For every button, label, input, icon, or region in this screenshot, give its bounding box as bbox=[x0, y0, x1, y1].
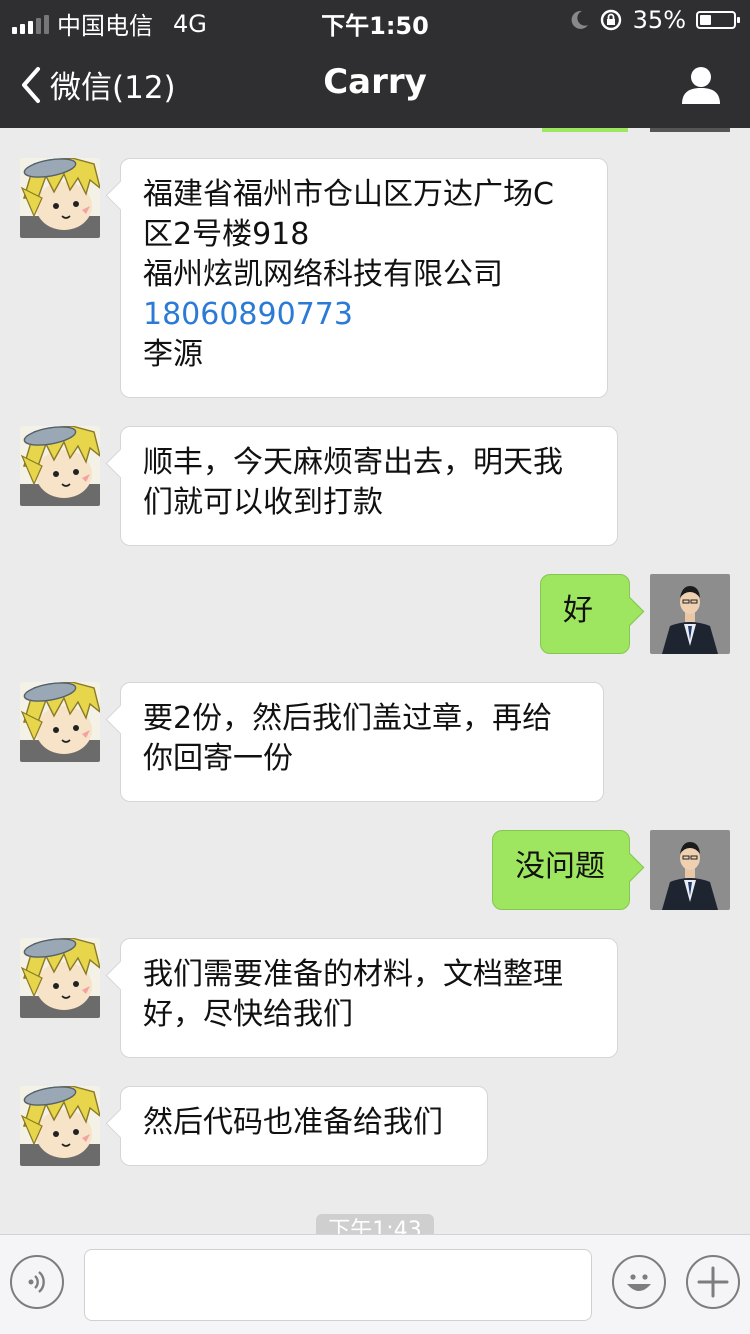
message-text: 我们需要准备的材料，文档整理 bbox=[143, 957, 563, 992]
message-text: 然后代码也准备给我们 bbox=[143, 1105, 443, 1140]
input-bar bbox=[0, 1234, 750, 1334]
rotation-lock-icon bbox=[600, 9, 621, 31]
message-text: 区2号楼918 bbox=[143, 217, 310, 252]
message-text: 福建省福州市仓山区万达广场C bbox=[143, 177, 554, 212]
contact-avatar[interactable] bbox=[20, 682, 100, 762]
more-button[interactable] bbox=[686, 1255, 740, 1309]
message-bubble-incoming[interactable]: 顺丰，今天麻烦寄出去，明天我 们就可以收到打款 bbox=[120, 426, 618, 546]
battery-percent: 35% bbox=[632, 6, 686, 34]
voice-icon bbox=[28, 1271, 45, 1293]
nav-bar: 微信(12) Carry bbox=[0, 42, 750, 128]
plus-icon bbox=[697, 1266, 729, 1298]
chat-area[interactable]: 福建省福州市仓山区万达广场C 区2号楼918 福州炫凯网络科技有限公司 1806… bbox=[0, 128, 750, 1234]
message-text: 要2份，然后我们盖过章，再给 bbox=[143, 701, 553, 736]
message-text: 李源 bbox=[143, 337, 203, 372]
message-text: 你回寄一份 bbox=[143, 741, 293, 776]
status-bar: 中国电信 4G 下午1:50 35% bbox=[0, 0, 750, 42]
emoji-button[interactable] bbox=[612, 1255, 666, 1309]
message-input[interactable] bbox=[84, 1249, 592, 1321]
message-bubble-outgoing[interactable]: 没问题 bbox=[492, 830, 630, 910]
contact-avatar[interactable] bbox=[20, 1086, 100, 1166]
contact-avatar[interactable] bbox=[20, 426, 100, 506]
message-text: 顺丰，今天麻烦寄出去，明天我 bbox=[143, 445, 563, 480]
message-bubble-incoming[interactable]: 我们需要准备的材料，文档整理 好，尽快给我们 bbox=[120, 938, 618, 1058]
message-text: 们就可以收到打款 bbox=[143, 485, 383, 520]
contact-avatar[interactable] bbox=[20, 938, 100, 1018]
message-text: 好，尽快给我们 bbox=[143, 997, 353, 1032]
my-avatar[interactable] bbox=[650, 830, 730, 910]
my-avatar[interactable] bbox=[650, 574, 730, 654]
message-text: 福州炫凯网络科技有限公司 bbox=[143, 257, 503, 292]
moon-icon bbox=[571, 10, 588, 29]
contact-avatar[interactable] bbox=[20, 158, 100, 238]
message-text: 好 bbox=[563, 593, 593, 628]
person-icon[interactable] bbox=[680, 64, 722, 106]
message-bubble-incoming[interactable]: 福建省福州市仓山区万达广场C 区2号楼918 福州炫凯网络科技有限公司 1806… bbox=[120, 158, 608, 398]
message-bubble-outgoing[interactable]: 好 bbox=[540, 574, 630, 654]
battery-icon bbox=[696, 11, 740, 29]
previous-avatar-peek bbox=[650, 128, 730, 132]
phone-link[interactable]: 18060890773 bbox=[143, 295, 585, 335]
emoji-icon bbox=[627, 1274, 651, 1291]
timestamp-label: 下午1:43 bbox=[316, 1214, 434, 1234]
voice-button[interactable] bbox=[10, 1255, 64, 1309]
message-bubble-incoming[interactable]: 要2份，然后我们盖过章，再给 你回寄一份 bbox=[120, 682, 604, 802]
message-bubble-incoming[interactable]: 然后代码也准备给我们 bbox=[120, 1086, 488, 1166]
chat-title: Carry bbox=[323, 62, 427, 102]
message-text: 没问题 bbox=[515, 849, 605, 884]
status-right: 35% bbox=[569, 6, 740, 34]
previous-message-peek bbox=[542, 128, 628, 132]
